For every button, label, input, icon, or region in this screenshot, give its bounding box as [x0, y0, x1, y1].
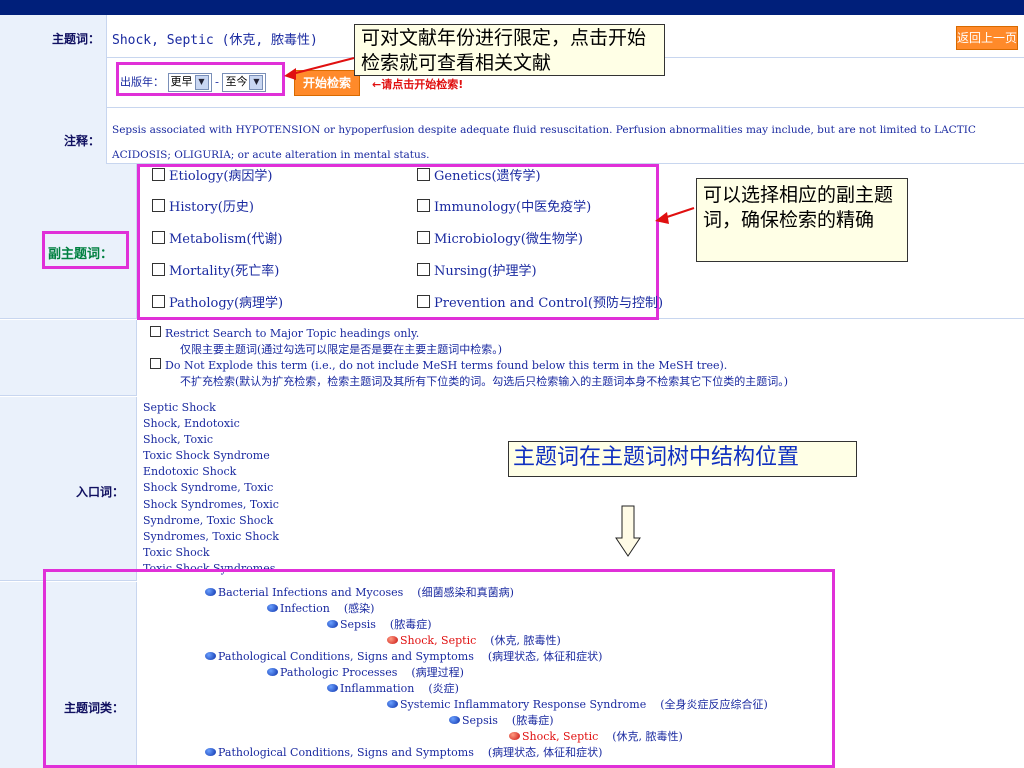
subheading-arrow-head [655, 212, 669, 224]
year-arrow-line [291, 57, 355, 75]
down-arrow-icon [615, 505, 641, 557]
annotation-arrows [284, 57, 695, 557]
year-arrow-head [284, 68, 296, 80]
subheading-arrow-line [663, 207, 695, 219]
